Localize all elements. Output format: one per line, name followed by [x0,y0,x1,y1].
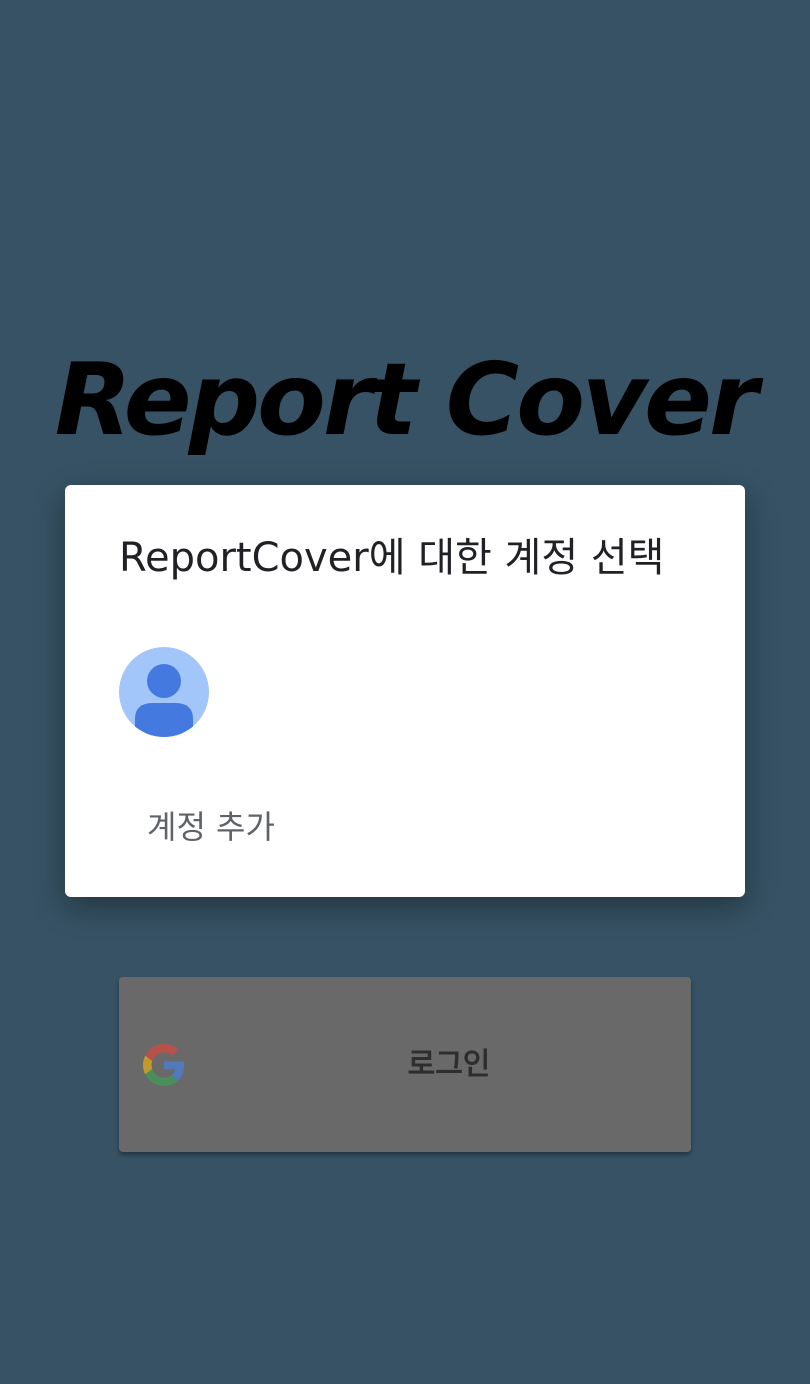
app-title: Report Cover [54,341,758,458]
account-list-item[interactable] [65,635,745,745]
google-login-button[interactable]: 로그인 [119,977,691,1152]
account-chooser-dialog: ReportCover에 대한 계정 선택 계정 추가 [65,485,745,897]
login-button-label: 로그인 [407,1047,491,1082]
google-icon [143,1044,185,1086]
app-screen: Report Cover 로그인 ReportCover에 대한 계정 선택 계… [0,0,810,1384]
avatar-icon [135,664,193,737]
dialog-title: ReportCover에 대한 계정 선택 [119,535,665,581]
avatar [119,647,209,737]
add-account-button[interactable]: 계정 추가 [147,807,275,847]
